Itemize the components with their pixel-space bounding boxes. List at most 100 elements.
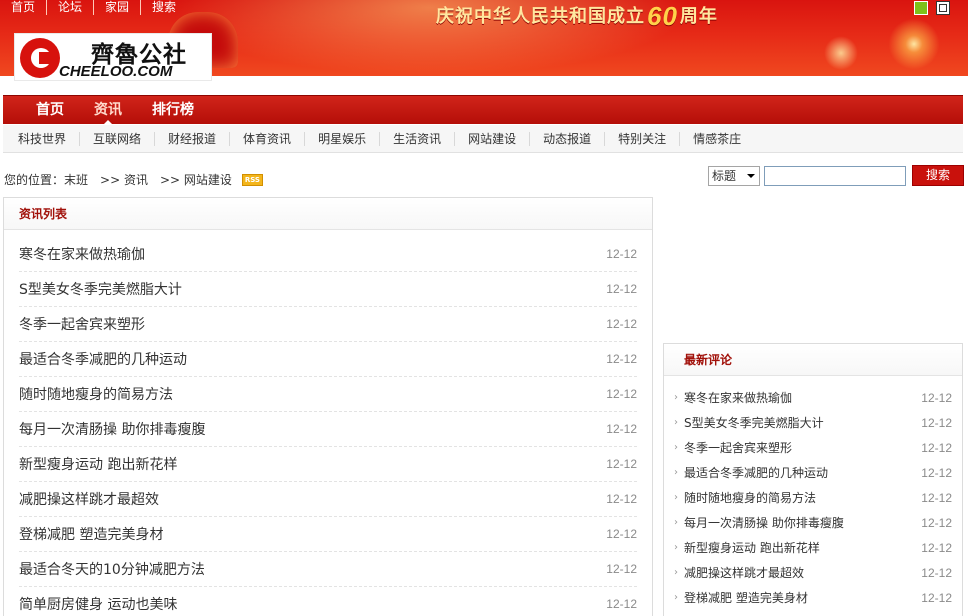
latest-comments-title: 最新评论 [684, 353, 733, 367]
sub-nav-life[interactable]: 生活资讯 [380, 131, 456, 146]
list-item: 冬季一起舍宾来塑形 12-12 [19, 307, 637, 342]
skin-green-button[interactable] [914, 1, 928, 15]
sub-nav-dynamic[interactable]: 动态报道 [530, 131, 606, 146]
list-item: 最适合冬季减肥的几种运动 12-12 [19, 342, 637, 377]
comment-date: 12-12 [921, 415, 952, 430]
sub-nav-special[interactable]: 特别关注 [605, 131, 681, 146]
bullet-icon: › [674, 517, 678, 528]
list-item: › 减肥操这样跳才最超效 12-12 [674, 560, 952, 585]
list-item: › 新型瘦身运动 跑出新花样 12-12 [674, 535, 952, 560]
news-date: 12-12 [606, 317, 637, 331]
sub-nav-finance[interactable]: 财经报道 [155, 131, 231, 146]
list-item: › 每月一次清肠操 助你排毒瘦腹 12-12 [674, 510, 952, 535]
bullet-icon: › [674, 417, 678, 428]
list-item: › 最适合冬季减肥的几种运动 12-12 [674, 460, 952, 485]
news-link[interactable]: 最适合冬季减肥的几种运动 [19, 349, 187, 369]
news-link[interactable]: 冬季一起舍宾来塑形 [19, 314, 145, 334]
rss-icon[interactable]: RSS [241, 173, 263, 186]
sub-nav-sports[interactable]: 体育资讯 [230, 131, 306, 146]
comment-date: 12-12 [921, 540, 952, 555]
news-list-header: 资讯列表 [4, 198, 652, 230]
news-list-panel: 资讯列表 寒冬在家来做热瑜伽 12-12 S型美女冬季完美燃脂大计 12-12 冬季… [3, 197, 653, 616]
breadcrumb-prefix: 您的位置： [4, 173, 65, 187]
search-button[interactable]: 搜索 [912, 165, 964, 186]
news-date: 12-12 [606, 492, 637, 506]
sub-nav: 科技世界 互联网络 财经报道 体育资讯 明星娱乐 生活资讯 网站建设 动态报道 … [3, 125, 963, 153]
breadcrumb-news[interactable]: >> 资讯 [100, 171, 148, 188]
slogan-suffix: 周年 [679, 6, 718, 27]
logo-mark-icon [20, 38, 60, 78]
site-logo[interactable]: 齊魯公社 CHEELOO.COM [14, 33, 212, 81]
list-item: 每月一次清肠操 助你排毒瘦腹 12-12 [19, 412, 637, 447]
comment-link[interactable]: 冬季一起舍宾来塑形 [684, 439, 792, 456]
bullet-icon: › [674, 442, 678, 453]
breadcrumb-webdev[interactable]: >> 网站建设 [160, 171, 232, 188]
logo-english-name: CHEELOO.COM [59, 63, 173, 80]
list-item: S型美女冬季完美燃脂大计 12-12 [19, 272, 637, 307]
comment-link[interactable]: 最适合冬季减肥的几种运动 [684, 464, 828, 481]
search-input[interactable] [764, 165, 906, 186]
comment-link[interactable]: 寒冬在家来做热瑜伽 [684, 389, 792, 406]
skin-white-button[interactable] [936, 1, 950, 15]
news-link[interactable]: 最适合冬天的10分钟减肥方法 [19, 559, 205, 579]
news-list-title: 资讯列表 [19, 207, 68, 221]
comment-link[interactable]: 每月一次清肠操 助你排毒瘦腹 [684, 514, 844, 531]
comment-date: 12-12 [921, 390, 952, 405]
news-date: 12-12 [606, 597, 637, 611]
comment-link[interactable]: 新型瘦身运动 跑出新花样 [684, 539, 820, 556]
news-link[interactable]: 随时随地瘦身的简易方法 [19, 384, 173, 404]
sub-nav-internet[interactable]: 互联网络 [80, 131, 156, 146]
news-link[interactable]: 登梯减肥 塑造完美身材 [19, 524, 163, 544]
sub-nav-emotion[interactable]: 情感茶庄 [680, 132, 754, 146]
comment-date: 12-12 [921, 565, 952, 580]
comment-link[interactable]: 随时随地瘦身的简易方法 [684, 489, 816, 506]
news-date: 12-12 [606, 457, 637, 471]
list-item: › 登梯减肥 塑造完美身材 12-12 [674, 585, 952, 610]
search-field-select-value: 标题 [712, 168, 737, 183]
news-link[interactable]: 简单厨房健身 运动也美味 [19, 594, 177, 614]
sub-nav-webdev[interactable]: 网站建设 [455, 131, 531, 146]
list-item: › 随时随地瘦身的简易方法 12-12 [674, 485, 952, 510]
sub-nav-tech[interactable]: 科技世界 [5, 131, 81, 146]
news-link[interactable]: 每月一次清肠操 助你排毒瘦腹 [19, 419, 205, 439]
news-link[interactable]: 寒冬在家来做热瑜伽 [19, 244, 145, 264]
main-nav-home[interactable]: 首页 [21, 96, 79, 125]
list-item: 寒冬在家来做热瑜伽 12-12 [19, 237, 637, 272]
main-nav: 首页 资讯 排行榜 [3, 95, 963, 125]
top-link-home[interactable]: 首页 [0, 0, 48, 15]
breadcrumb-root[interactable]: 末班 [64, 171, 88, 188]
bullet-icon: › [674, 392, 678, 403]
search-field-select[interactable]: 标题 [708, 165, 760, 186]
top-link-home-space[interactable]: 家园 [94, 0, 142, 15]
news-link[interactable]: S型美女冬季完美燃脂大计 [19, 279, 182, 299]
list-item: 最适合冬天的10分钟减肥方法 12-12 [19, 552, 637, 587]
news-link[interactable]: 减肥操这样跳才最超效 [19, 489, 159, 509]
list-item: 简单厨房健身 运动也美味 12-12 [19, 587, 637, 616]
comment-link[interactable]: 减肥操这样跳才最超效 [684, 564, 804, 581]
chevron-down-icon [747, 173, 755, 182]
search-bar: 标题 搜索 [708, 165, 964, 186]
comment-date: 12-12 [921, 490, 952, 505]
list-item: › 寒冬在家来做热瑜伽 12-12 [674, 385, 952, 410]
main-nav-news[interactable]: 资讯 [79, 96, 137, 125]
list-item: 新型瘦身运动 跑出新花样 12-12 [19, 447, 637, 482]
bullet-icon: › [674, 567, 678, 578]
top-links: 首页 论坛 家园 搜索 [0, 0, 187, 15]
main-nav-ranking[interactable]: 排行榜 [137, 96, 209, 125]
sub-nav-entertainment[interactable]: 明星娱乐 [305, 131, 381, 146]
comment-date: 12-12 [921, 465, 952, 480]
breadcrumb: 您的位置： 末班 >> 资讯 >> 网站建设 RSS [4, 171, 263, 188]
top-link-forum[interactable]: 论坛 [47, 0, 95, 15]
firework-graphic [884, 14, 944, 74]
top-link-search[interactable]: 搜索 [141, 0, 187, 15]
comment-link[interactable]: 登梯减肥 塑造完美身材 [684, 589, 808, 606]
firework-graphic-small [824, 36, 858, 70]
news-date: 12-12 [606, 527, 637, 541]
comment-link[interactable]: S型美女冬季完美燃脂大计 [684, 414, 824, 431]
bullet-icon: › [674, 492, 678, 503]
list-item: › 冬季一起舍宾来塑形 12-12 [674, 435, 952, 460]
latest-comments-panel: 最新评论 › 寒冬在家来做热瑜伽 12-12 › S型美女冬季完美燃脂大计 12-12 … [663, 343, 963, 616]
news-link[interactable]: 新型瘦身运动 跑出新花样 [19, 454, 177, 474]
bullet-icon: › [674, 467, 678, 478]
anniversary-slogan: 庆祝中华人民共和国成立60 周年 [436, 0, 718, 31]
